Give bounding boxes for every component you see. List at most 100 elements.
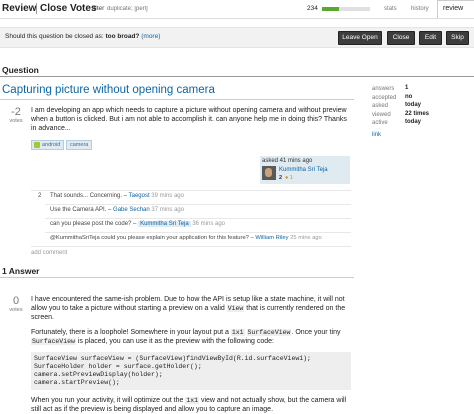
meta-key: answers	[372, 86, 395, 92]
tag-android-label: android	[42, 142, 61, 148]
meta-row: accepted no	[372, 94, 472, 103]
add-comment-link[interactable]: add comment	[31, 250, 67, 256]
comment-time: 36 mins ago	[192, 221, 226, 227]
title-divider	[0, 99, 354, 100]
answer-paragraph: Fortunately, there is a loophole! Somewh…	[31, 328, 351, 346]
user-avatar[interactable]	[262, 166, 276, 180]
comment: @KummithaSriTeja could you please explai…	[50, 235, 355, 241]
meta-key: active	[372, 120, 388, 126]
code-block: SurfaceView surfaceView = (SurfaceView)f…	[31, 352, 351, 390]
comment-divider	[45, 232, 351, 233]
android-icon	[34, 142, 40, 148]
review-progress-fill	[322, 7, 339, 11]
review-tab[interactable]: review	[437, 0, 474, 18]
close-question-text: Should this question be closed as:	[5, 33, 106, 40]
comment-time: 25 mins ago	[290, 235, 322, 241]
review-progress-bar	[322, 7, 370, 11]
comments-bottom-divider	[31, 246, 351, 247]
meta-key: viewed	[372, 111, 391, 118]
review-count: 234	[307, 5, 318, 12]
comment-user[interactable]: Taegost	[129, 193, 150, 199]
question-title[interactable]: Capturing picture without opening camera	[2, 84, 215, 96]
title-separator	[36, 3, 37, 14]
close-reason: too broad?	[105, 33, 140, 40]
answer-paragraph: I have encountered the same-ish problem.…	[31, 295, 351, 322]
answer-votes-label: votes	[9, 307, 23, 313]
answer-text: is placed, you can use it as the preview…	[75, 338, 274, 345]
comment-text: can you please post the code? –	[50, 221, 139, 227]
inline-code: View	[226, 305, 245, 312]
code-line: camera.setPreviewDisplay(holder);	[34, 371, 163, 378]
inline-code: SurfaceView	[246, 329, 292, 336]
inline-code: 1x1	[185, 397, 200, 404]
meta-row: asked today	[372, 102, 472, 111]
meta-value: today	[405, 119, 422, 125]
meta-value: today	[405, 102, 422, 108]
comment-text: Use the Camera API. –	[50, 207, 114, 213]
avatar-face	[265, 168, 272, 177]
more-link[interactable]: (more)	[141, 33, 160, 40]
close-question: Should this question be closed as: too b…	[5, 33, 160, 40]
question-body-text: I am developing an app which needs to ca…	[31, 107, 347, 132]
filter-input[interactable]	[107, 4, 267, 14]
answers-section-heading: 1 Answer	[2, 266, 40, 276]
answer-vote-count: 0	[12, 295, 20, 307]
meta-key: asked	[372, 103, 389, 109]
asked-time: asked 41 mins ago	[262, 158, 313, 164]
meta-value: 22 times	[405, 110, 430, 117]
comment-text: @KummithaSriTeja could you please explai…	[50, 235, 256, 241]
comment: can you please post the code? – Kummitha…	[50, 221, 350, 227]
comment-divider	[45, 218, 351, 219]
code-line: SurfaceHolder holder = surface.getHolder…	[34, 363, 202, 370]
asked-user-name[interactable]: Kummitha Sri Teja	[279, 167, 328, 173]
comment-time: 39 mins ago	[151, 193, 184, 199]
question-body: I am developing an app which needs to ca…	[31, 106, 351, 133]
meta-row: active today	[372, 119, 472, 128]
comment-user[interactable]: William Riley	[255, 235, 288, 241]
comment-score: 2	[38, 193, 42, 199]
question-section-heading: Question	[2, 65, 39, 75]
leave-open-button[interactable]: Leave Open	[338, 31, 382, 45]
meta-key: accepted	[372, 94, 397, 101]
code-line: SurfaceView surfaceView = (SurfaceView)f…	[34, 355, 311, 362]
question-meta: answers 1 accepted no asked today viewed 22 …	[372, 85, 472, 138]
filter-label: filter	[92, 5, 105, 12]
comment-user[interactable]: Kummitha Sri Teja	[138, 221, 191, 227]
tag-android[interactable]: android	[31, 140, 65, 150]
review-header: Review Close Votes filter 234 stats hist…	[0, 0, 474, 19]
meta-row: answers 1	[372, 85, 472, 94]
answers-divider	[0, 277, 354, 278]
comment: Use the Camera API. – Gabe Sechan 37 min…	[50, 207, 350, 213]
answer-text: When you run your activity, it will opti…	[31, 397, 186, 404]
close-votes-title[interactable]: Close Votes	[40, 3, 97, 14]
tag-camera[interactable]: camera	[66, 140, 93, 150]
code-line: camera.startPreview();	[34, 379, 120, 386]
answer-paragraph: When you run your activity, it will opti…	[31, 396, 351, 414]
inline-code: 1x1	[230, 329, 245, 336]
meta-value: 1	[405, 85, 409, 91]
question-link[interactable]: link	[372, 132, 472, 138]
answer-text: . Once your tiny	[291, 329, 341, 336]
comment-user[interactable]: Gabe Sechan	[113, 207, 150, 213]
comment-text: That sounds... Concerning. –	[50, 193, 129, 199]
user-reputation: 2	[279, 175, 283, 181]
meta-row: viewed 22 times	[372, 111, 472, 120]
asked-user-card: asked 41 mins ago Kummitha Sri Teja 2 ● …	[260, 156, 350, 184]
inline-code: SurfaceView	[31, 338, 76, 345]
answer-text: Fortunately, there is a loophole! Somewh…	[31, 329, 231, 336]
section-divider	[0, 76, 474, 77]
comment-divider	[45, 204, 351, 205]
skip-button[interactable]: Skip	[446, 31, 469, 45]
history-link[interactable]: history	[411, 6, 429, 12]
meta-value: no	[405, 93, 413, 100]
edit-button[interactable]: Edit	[419, 31, 442, 45]
comment: That sounds... Concerning. – Taegost 39 …	[50, 193, 350, 199]
close-prompt-bar: Should this question be closed as: too b…	[0, 27, 474, 48]
user-bronze-badge: ● 1	[285, 175, 293, 181]
comments-top-divider	[31, 190, 351, 191]
close-button[interactable]: Close	[387, 31, 415, 45]
review-tab-label: review	[443, 5, 464, 12]
review-title[interactable]: Review	[2, 3, 36, 14]
question-votes-label: votes	[9, 118, 23, 124]
stats-link[interactable]: stats	[384, 6, 397, 12]
